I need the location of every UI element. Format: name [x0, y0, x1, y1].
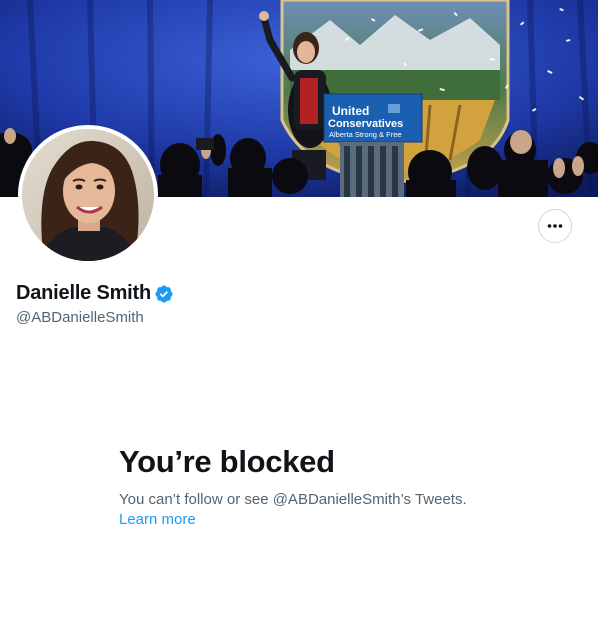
- more-horizontal-icon: [547, 224, 563, 228]
- blocked-notice: You’re blocked You can’t follow or see @…: [119, 444, 539, 530]
- profile-page: United Conservatives Alberta Strong & Fr…: [0, 0, 598, 644]
- learn-more-link[interactable]: Learn more: [119, 511, 196, 528]
- banner-sign-line1: United: [332, 104, 369, 118]
- profile-avatar[interactable]: [18, 125, 158, 265]
- blocked-description: You can’t follow or see @ABDanielleSmith…: [119, 490, 539, 530]
- display-name: Danielle Smith: [16, 282, 152, 304]
- blocked-title: You’re blocked: [119, 444, 335, 479]
- more-options-button[interactable]: [538, 209, 572, 243]
- verified-badge-icon: [154, 284, 174, 304]
- blocked-description-text: You can’t follow or see @ABDanielleSmith…: [119, 491, 467, 508]
- profile-handle: @ABDanielleSmith: [16, 309, 144, 326]
- banner-sign-line2: Conservatives: [328, 118, 403, 130]
- display-name-row: Danielle Smith: [16, 282, 174, 305]
- banner-sign-line3: Alberta Strong & Free: [329, 130, 402, 139]
